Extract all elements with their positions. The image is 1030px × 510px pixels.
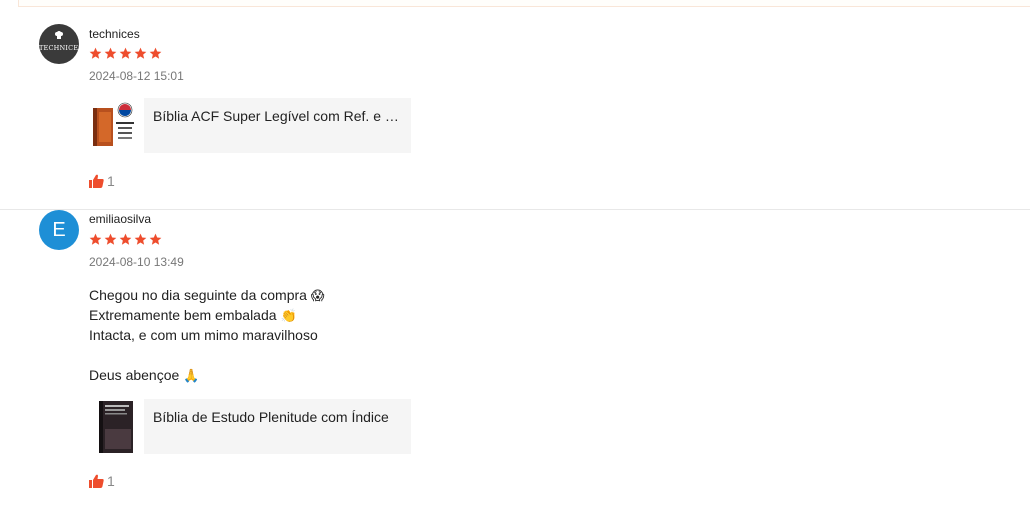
star-icon	[119, 233, 132, 245]
avatar-logo-text: TECHNICES	[39, 44, 79, 52]
comment-line: Deus abençoe 🙏	[89, 367, 200, 384]
reviewer-username: emiliaosilva	[89, 212, 152, 226]
star-rating	[89, 47, 162, 60]
like-count: 1	[107, 473, 115, 489]
product-card[interactable]: Bíblia ACF Super Legível com Ref. e M...	[89, 98, 411, 153]
star-icon	[134, 47, 147, 59]
scream-emoji: 😱	[310, 289, 325, 304]
comment-line: Extremamente bem embalada 👏	[89, 307, 297, 324]
star-icon	[149, 233, 162, 245]
star-icon	[134, 233, 147, 245]
avatar[interactable]: E	[39, 210, 79, 250]
star-rating	[89, 233, 162, 246]
star-icon	[89, 233, 102, 245]
star-icon	[89, 47, 102, 59]
review-item: E emiliaosilva 2024-08-10 13:49 Chegou n…	[0, 210, 1030, 510]
star-icon	[104, 233, 117, 245]
bible-book-orange-icon	[93, 102, 134, 146]
like-button[interactable]: 1	[89, 473, 115, 489]
thumbs-up-icon	[89, 474, 104, 488]
review-comment: Chegou no dia seguinte da compra 😱 Extre…	[89, 285, 324, 385]
bible-book-dark-icon	[99, 401, 133, 453]
previous-review-border	[18, 0, 1030, 7]
review-timestamp: 2024-08-10 13:49	[89, 255, 184, 269]
star-icon	[104, 47, 117, 59]
thumbs-up-icon	[89, 174, 104, 188]
star-icon	[149, 47, 162, 59]
product-name: Bíblia de Estudo Plenitude com Índice	[144, 399, 411, 454]
review-item: TECHNICES technices 2024-08-12 15:01 Bíb	[0, 20, 1030, 210]
product-thumbnail	[89, 399, 144, 454]
comment-line	[89, 345, 324, 365]
product-card[interactable]: Bíblia de Estudo Plenitude com Índice	[89, 399, 411, 454]
praying-hands-emoji: 🙏	[183, 369, 200, 384]
avatar[interactable]: TECHNICES	[39, 24, 79, 64]
star-icon	[119, 47, 132, 59]
product-thumbnail	[89, 98, 144, 153]
like-button[interactable]: 1	[89, 173, 115, 189]
review-timestamp: 2024-08-12 15:01	[89, 69, 184, 83]
clapping-hands-emoji: 👏	[280, 309, 297, 324]
like-count: 1	[107, 173, 115, 189]
chef-hat-icon	[55, 31, 63, 39]
product-name: Bíblia ACF Super Legível com Ref. e M...	[144, 98, 411, 153]
comment-line: Intacta, e com um mimo maravilhoso	[89, 327, 318, 343]
reviewer-username: technices	[89, 27, 140, 41]
comment-line: Chegou no dia seguinte da compra 😱	[89, 287, 325, 304]
